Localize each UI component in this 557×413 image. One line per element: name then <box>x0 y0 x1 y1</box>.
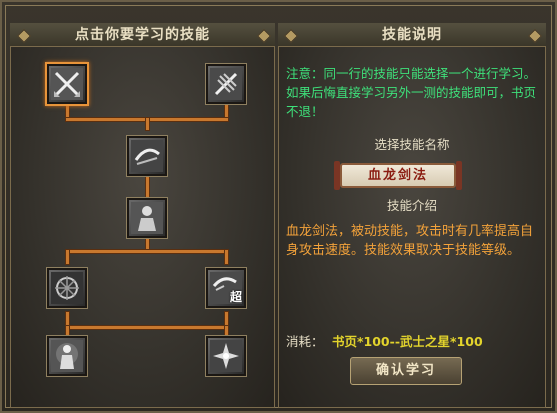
skill-tree-title: 点击你要学习的技能 <box>10 23 275 47</box>
skill-description: 血龙剑法，被动技能，攻击时有几率提高自身攻击速度。技能效果取决于技能等级。 <box>286 224 534 258</box>
select-skill-label: 选择技能名称 <box>374 137 450 152</box>
tree-connector <box>66 326 69 336</box>
skill-node-warrior-aura[interactable] <box>47 336 87 376</box>
tree-connector <box>66 326 228 329</box>
skill-node-warrior[interactable] <box>127 198 167 238</box>
skill-node-whirlwind[interactable] <box>47 268 87 308</box>
confirm-learn-button[interactable]: 确认学习 <box>350 357 462 385</box>
notice-text: 注意：同一行的技能只能选择一个进行学习。如果后悔直接学习另外一测的技能即可，书页… <box>286 66 537 119</box>
skill-node-wing-blade[interactable] <box>206 64 246 104</box>
warrior-aura-icon <box>51 340 83 372</box>
skill-node-crossed-swords[interactable] <box>47 64 87 104</box>
selected-skill-name: 血龙剑法 <box>334 161 462 190</box>
cost-label: 消耗： <box>286 334 324 349</box>
whirlwind-icon <box>51 272 83 304</box>
wing-blade-icon <box>210 68 242 100</box>
skill-node-slash-arc[interactable] <box>127 136 167 176</box>
tree-connector <box>225 326 228 336</box>
star-burst-icon <box>210 340 242 372</box>
super-badge: 超 <box>229 290 242 304</box>
tree-connector <box>225 250 228 264</box>
cost-value: 书页*100--武士之星*100 <box>332 334 483 349</box>
skill-node-star-burst[interactable] <box>206 336 246 376</box>
crossed-swords-icon <box>51 68 83 100</box>
skill-node-super-strike[interactable]: 超 <box>206 268 246 308</box>
tree-connector <box>146 176 149 198</box>
skill-intro-label: 技能介绍 <box>386 198 437 213</box>
slash-arc-icon <box>131 140 163 172</box>
skill-info-title: 技能说明 <box>278 23 546 47</box>
tree-connector <box>66 250 228 253</box>
tree-connector <box>66 250 69 264</box>
tree-connector <box>146 118 149 130</box>
warrior-silhouette-icon <box>131 202 163 234</box>
